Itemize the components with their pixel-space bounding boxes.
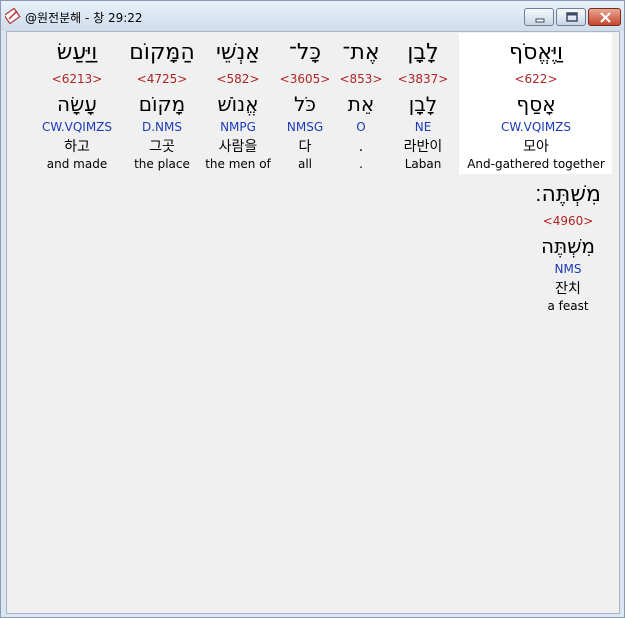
korean-gloss: 모아	[523, 139, 549, 155]
word-block[interactable]: וַיַּעַשׂ <6213> עָשָׂה CW.VQIMZS 하고 and…	[39, 39, 115, 174]
maximize-button[interactable]	[556, 8, 586, 26]
lemma: אֵת	[347, 92, 375, 116]
lemma: מָקוֹם	[138, 92, 186, 116]
morphology-code: NMPG	[220, 120, 256, 134]
hebrew-word: כָּל־	[288, 40, 322, 65]
morphology-code: NMSG	[286, 120, 324, 134]
word-block[interactable]: מִשְׁתֶּה׃ <4960> מִשְׁתֶּה NMS 잔치 a fea…	[532, 181, 604, 316]
korean-gloss: 다	[298, 139, 312, 155]
morphology-code: NE	[414, 120, 432, 134]
korean-gloss: 하고	[64, 139, 90, 155]
hebrew-word: מִשְׁתֶּה׃	[535, 182, 601, 207]
word-block[interactable]: כָּל־ <3605> כֹּל NMSG 다 all	[277, 39, 333, 174]
word-block[interactable]: לָבָן <3837> לָבָן NE 라반이 Laban	[391, 39, 455, 174]
word-block[interactable]: אַנְשֵׁי <582> אֱנוֹשׁ NMPG 사람을 the men …	[205, 39, 271, 174]
close-button[interactable]	[588, 8, 621, 26]
strong-number[interactable]: <3605>	[277, 72, 333, 86]
morphology-code: D.NMS	[141, 120, 182, 134]
word-block[interactable]: הַמָּקוֹם <4725> מָקוֹם D.NMS 그곳 the pla…	[129, 39, 195, 174]
close-icon	[600, 12, 611, 23]
title-bar[interactable]: @원전분해 - 창 29:22	[1, 1, 624, 31]
english-gloss: the men of	[205, 157, 271, 171]
lemma: אֱנוֹשׁ	[217, 92, 259, 116]
app-icon	[3, 7, 21, 25]
hebrew-word: וַיַּעַשׂ	[56, 40, 98, 65]
hebrew-word: וַיֶּאֱסֹף	[509, 40, 563, 65]
strong-number[interactable]: <4960>	[532, 214, 604, 228]
korean-gloss: .	[358, 139, 364, 155]
english-gloss: Laban	[404, 157, 442, 171]
lemma: מִשְׁתֶּה	[541, 234, 595, 258]
english-gloss: .	[359, 157, 363, 171]
korean-gloss: 라반이	[403, 139, 443, 155]
hebrew-word: אֶת־	[342, 40, 380, 65]
lemma: עָשָׂה	[57, 92, 97, 116]
strong-number[interactable]: <853>	[336, 72, 386, 86]
app-window: @원전분해 - 창 29:22 וַיֶּאֱסֹף <622> אָסַף C…	[0, 0, 625, 618]
english-gloss: all	[297, 157, 313, 171]
english-gloss: And-gathered together	[467, 157, 605, 171]
strong-number[interactable]: <3837>	[391, 72, 455, 86]
lemma: לָבָן	[408, 92, 438, 116]
minimize-button[interactable]	[524, 8, 554, 26]
hebrew-word: לָבָן	[407, 40, 439, 65]
strong-number[interactable]: <4725>	[129, 72, 195, 86]
morphology-code: CW.VQIMZS	[41, 120, 113, 134]
window-title: @원전분해 - 창 29:22	[25, 11, 143, 25]
lemma: כֹּל	[294, 92, 316, 116]
strong-number[interactable]: <582>	[205, 72, 271, 86]
korean-gloss: 사람을	[218, 139, 258, 155]
english-gloss: a feast	[547, 299, 589, 313]
hebrew-word: הַמָּקוֹם	[129, 40, 195, 65]
minimize-icon	[535, 18, 545, 23]
hebrew-word: אַנְשֵׁי	[215, 40, 261, 65]
word-block[interactable]: אֶת־ <853> אֵת O . .	[336, 39, 386, 174]
korean-gloss: 잔치	[555, 281, 581, 297]
interlinear-view[interactable]: וַיֶּאֱסֹף <622> אָסַף CW.VQIMZS 모아 And-…	[6, 31, 620, 614]
strong-number[interactable]: <622>	[463, 72, 609, 86]
word-block[interactable]: וַיֶּאֱסֹף <622> אָסַף CW.VQIMZS 모아 And-…	[463, 39, 609, 174]
strong-number[interactable]: <6213>	[39, 72, 115, 86]
maximize-icon	[566, 12, 578, 22]
english-gloss: and made	[46, 157, 108, 171]
morphology-code: NMS	[554, 262, 582, 276]
lemma: אָסַף	[516, 92, 556, 116]
korean-gloss: 그곳	[149, 139, 175, 155]
morphology-code: CW.VQIMZS	[500, 120, 572, 134]
morphology-code: O	[356, 120, 366, 134]
english-gloss: the place	[134, 157, 190, 171]
